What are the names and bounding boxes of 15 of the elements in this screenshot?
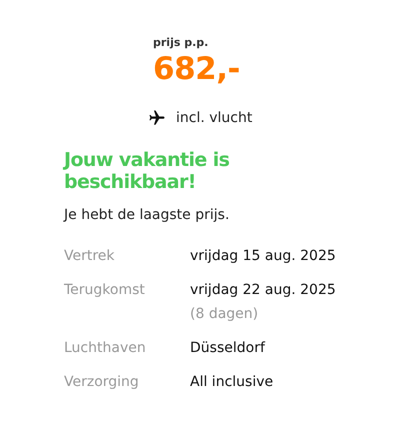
detail-label: Verzorging <box>64 373 140 391</box>
detail-value: All inclusive <box>190 373 274 391</box>
availability-title: Jouw vakantie is beschikbaar! <box>64 149 230 193</box>
detail-label: Vertrek <box>64 247 116 265</box>
detail-value: Düsseldorf <box>190 339 266 357</box>
price-amount: 682,- <box>153 50 241 89</box>
detail-value: vrijdag 22 aug. 2025 <box>190 281 336 299</box>
detail-label: Luchthaven <box>64 339 147 357</box>
detail-label: Terugkomst <box>64 281 146 300</box>
price-label: prijs p.p. <box>153 36 210 49</box>
detail-note: (8 dagen) <box>190 305 260 323</box>
airplane-icon <box>147 109 167 127</box>
availability-subtitle: Je hebt de laagste prijs. <box>64 207 230 223</box>
flight-included-text: incl. vlucht <box>176 110 252 126</box>
detail-value: vrijdag 15 aug. 2025 <box>190 247 336 265</box>
